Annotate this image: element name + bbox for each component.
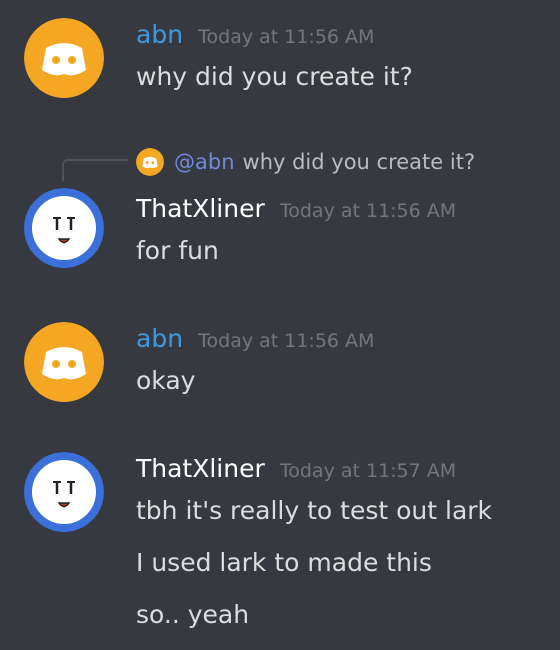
author-name[interactable]: abn bbox=[136, 324, 183, 353]
reply-connector bbox=[62, 159, 128, 181]
timestamp: Today at 11:57 AM bbox=[279, 460, 457, 482]
avatar[interactable] bbox=[24, 18, 104, 98]
author-name[interactable]: ThatXliner bbox=[136, 194, 265, 223]
message-text: so.. yeah bbox=[136, 600, 250, 629]
message-text: why did you create it? bbox=[136, 62, 413, 91]
reply-avatar bbox=[136, 148, 164, 176]
reply-mention[interactable]: @abn bbox=[174, 150, 235, 174]
message-header: abn Today at 11:56 AM bbox=[136, 20, 374, 49]
timestamp: Today at 11:56 AM bbox=[279, 200, 457, 222]
author-name[interactable]: abn bbox=[136, 20, 183, 49]
cartoon-face-icon bbox=[24, 452, 104, 532]
cartoon-face-icon bbox=[24, 188, 104, 268]
message-text: tbh it's really to test out lark bbox=[136, 496, 493, 525]
message-text: I used lark to made this bbox=[136, 548, 432, 577]
message-header: ThatXliner Today at 11:56 AM bbox=[136, 194, 456, 223]
reply-preview[interactable]: @abn why did you create it? bbox=[136, 148, 475, 176]
discord-logo-icon bbox=[136, 148, 164, 176]
message-header: abn Today at 11:56 AM bbox=[136, 324, 374, 353]
avatar[interactable] bbox=[24, 452, 104, 532]
reply-text: why did you create it? bbox=[242, 150, 476, 174]
timestamp: Today at 11:56 AM bbox=[198, 26, 375, 48]
timestamp: Today at 11:56 AM bbox=[198, 330, 375, 352]
discord-logo-icon bbox=[24, 322, 104, 402]
author-name[interactable]: ThatXliner bbox=[136, 454, 265, 483]
discord-logo-icon bbox=[24, 18, 104, 98]
avatar[interactable] bbox=[24, 322, 104, 402]
message-text: okay bbox=[136, 366, 196, 395]
message-text: for fun bbox=[136, 236, 219, 265]
avatar[interactable] bbox=[24, 188, 104, 268]
message-header: ThatXliner Today at 11:57 AM bbox=[136, 454, 456, 483]
